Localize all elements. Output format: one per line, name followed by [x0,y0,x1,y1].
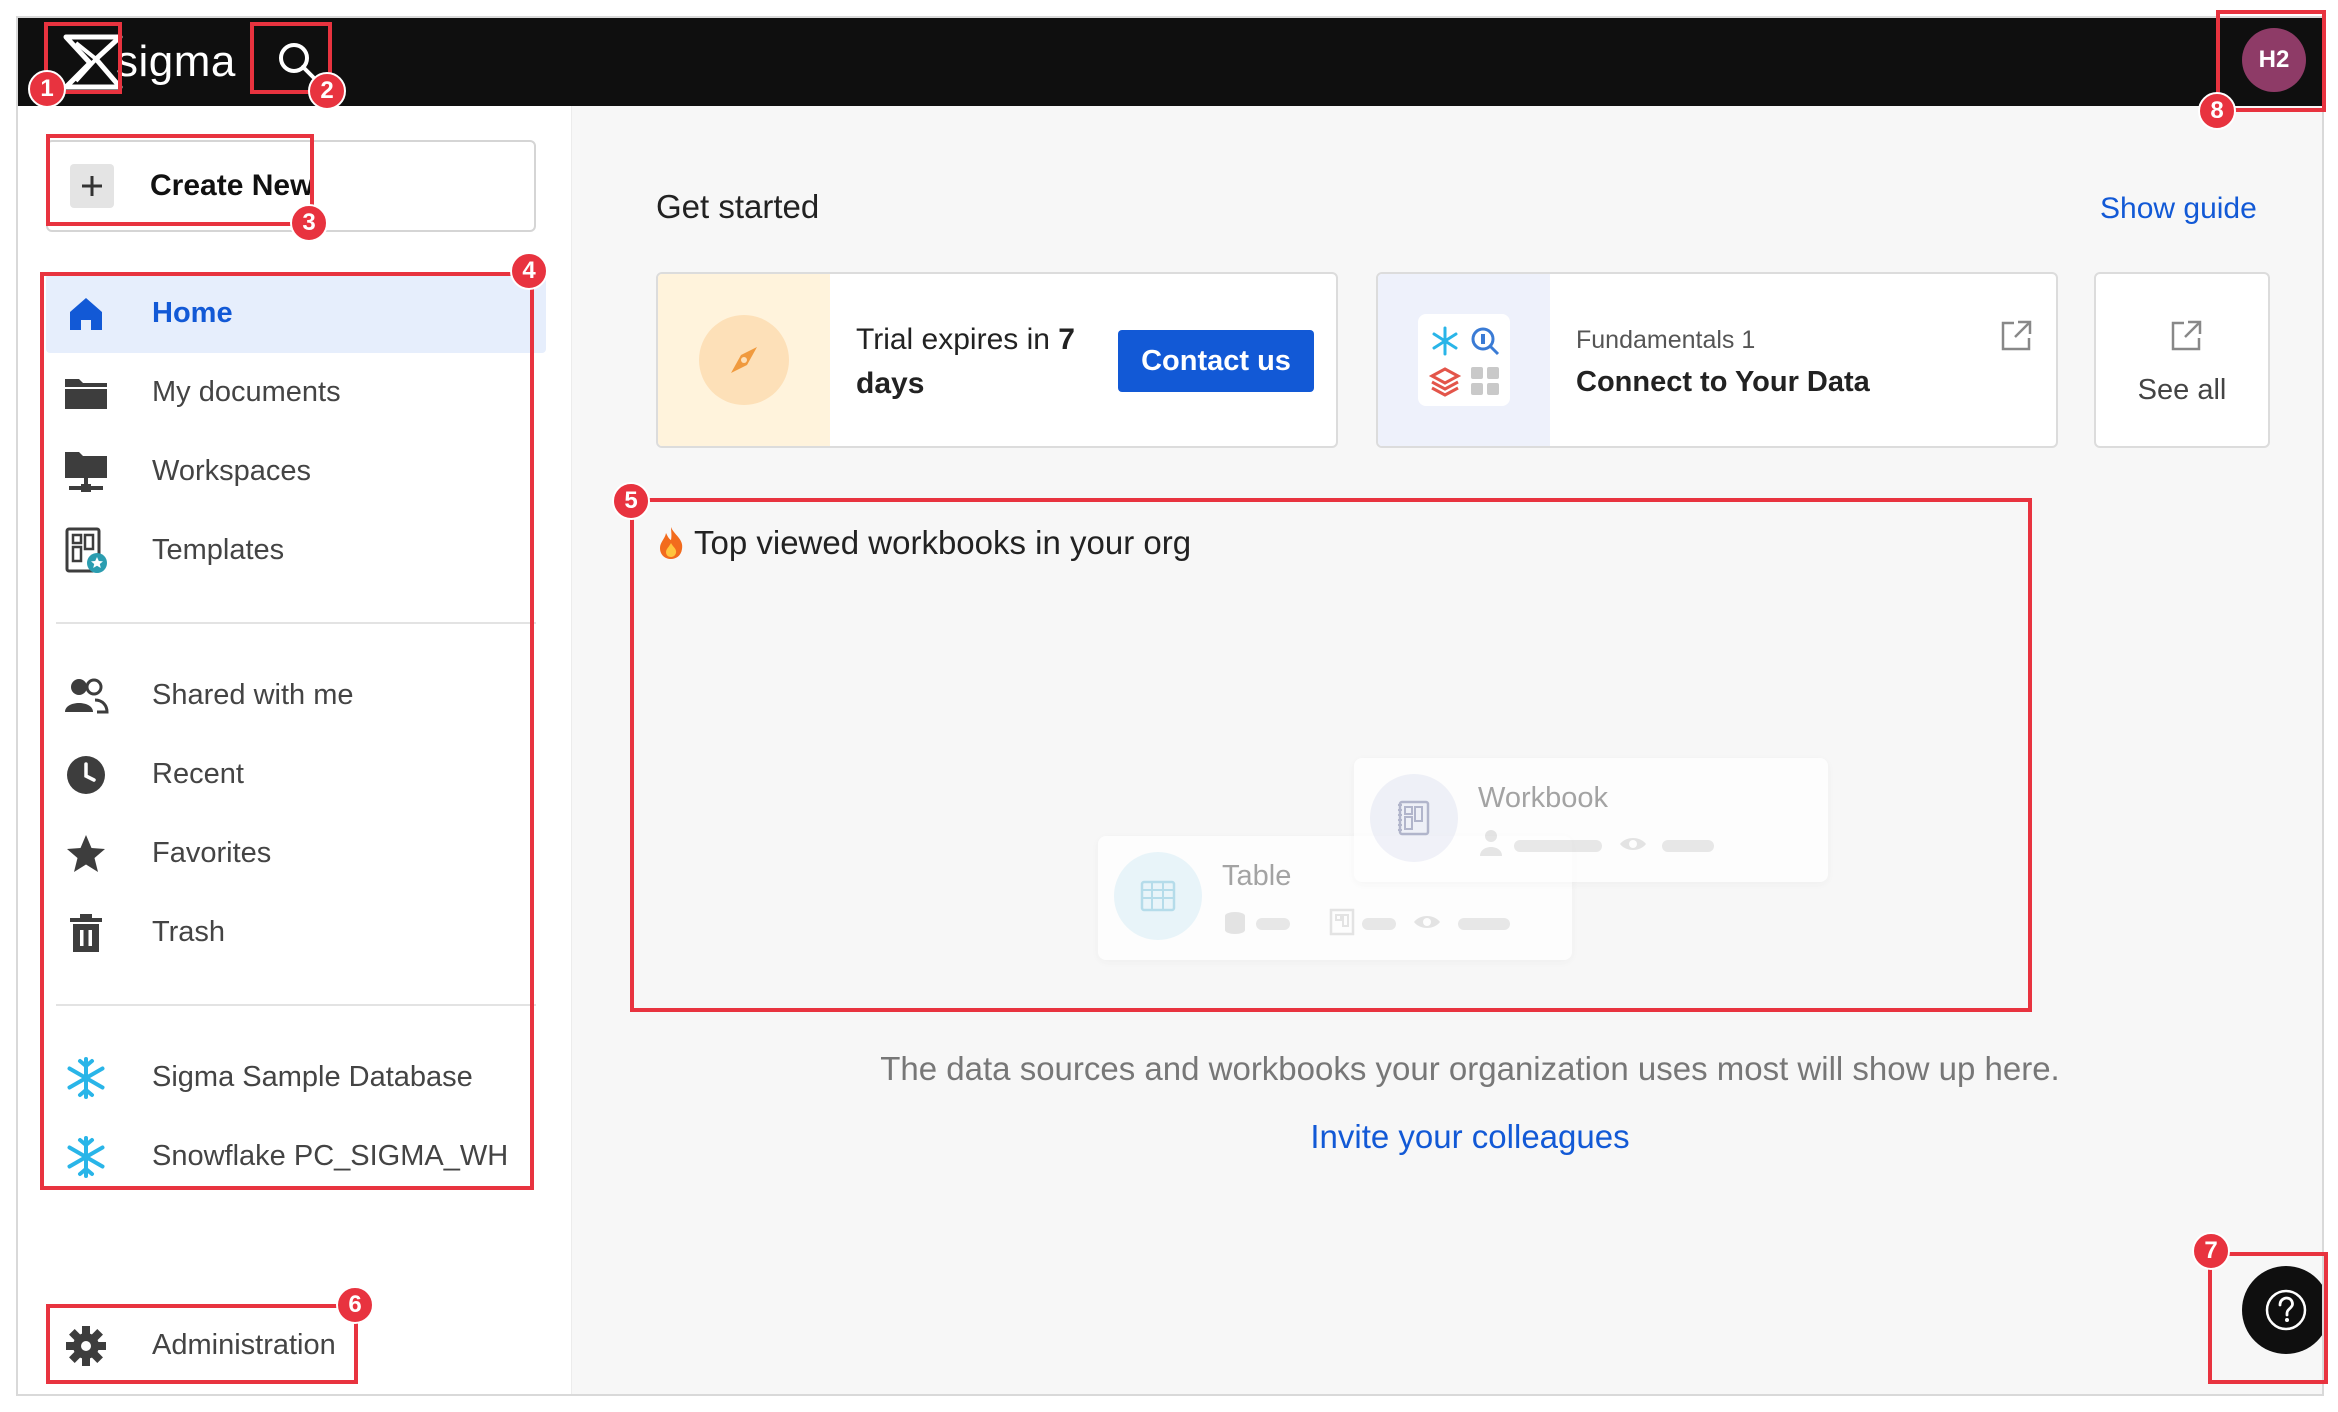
workbook-icon [1370,774,1458,862]
sidebar-item-my-documents[interactable]: My documents [46,353,546,432]
clock-icon [60,749,112,801]
database-icon [1225,912,1245,934]
table-icon [1114,852,1202,940]
help-icon [2265,1289,2307,1331]
get-started-heading: Get started [656,188,820,225]
plus-icon [70,164,114,208]
sidebar-item-sigma-sample-database[interactable]: Sigma Sample Database [46,1038,546,1117]
workspace-icon [60,446,112,498]
external-link-icon [2168,318,2204,359]
sidebar-item-label: Sigma Sample Database [152,1061,473,1093]
placeholder-bar [1662,840,1714,852]
external-link-icon [1998,318,2034,359]
sidebar-item-workspaces[interactable]: Workspaces [46,432,546,511]
eye-icon [1414,916,1440,928]
sidebar-item-label: Workspaces [152,455,312,487]
create-new-label: Create New [150,169,314,202]
trial-card: Trial expires in 7 days Contact us [656,272,1338,448]
see-all-label: See all [2137,374,2227,406]
placeholder-bar [1256,918,1290,930]
top-viewed-title: Top viewed workbooks in your org [694,524,1192,561]
app-window: sigma H2 Create New Home My documents Wo… [16,16,2324,1396]
main-content: Get started Show guide Trial expires in … [574,106,2322,1394]
empty-state-message: The data sources and workbooks your orga… [880,1050,2060,1087]
data-sources-icon [1418,314,1510,406]
people-icon [60,670,112,722]
placeholder-workbook-card: Workbook [1354,758,1828,882]
trial-card-illustration [658,274,830,446]
trial-text-suffix: days [856,367,925,400]
placeholder-table-label: Table [1222,860,1292,892]
user-avatar[interactable]: H2 [2242,28,2306,92]
workbook-icon [1329,908,1355,936]
sidebar-item-label: Recent [152,758,244,790]
snowflake-icon [60,1052,112,1104]
invite-colleagues-link[interactable]: Invite your colleagues [574,1118,2322,1156]
annotation-number: 5 [612,482,650,520]
sidebar-item-shared-with-me[interactable]: Shared with me [46,656,546,735]
annotation-number: 3 [290,204,328,242]
administration-link[interactable]: Administration [46,1306,346,1385]
sidebar-item-templates[interactable]: Templates [46,511,546,590]
star-icon [60,828,112,880]
fundamentals-title: Connect to Your Data [1576,366,1870,398]
top-viewed-heading: Top viewed workbooks in your org [656,524,1191,562]
sidebar: Create New Home My documents Workspaces [18,106,572,1394]
annotation-number: 7 [2192,1232,2230,1270]
sidebar-divider [56,1004,536,1006]
trial-days-number: 7 [1058,323,1075,356]
home-icon [60,288,112,340]
sidebar-item-label: Templates [152,534,285,566]
sigma-logo-icon [63,34,123,90]
sidebar-item-label: Shared with me [152,679,354,711]
administration-label: Administration [152,1329,336,1361]
sidebar-item-favorites[interactable]: Favorites [46,814,546,893]
annotation-number: 8 [2198,92,2236,130]
annotation-number: 6 [336,1286,374,1324]
annotation-number: 2 [308,72,346,110]
fundamentals-subtitle: Fundamentals 1 [1576,326,1756,354]
brand-name: sigma [116,37,236,86]
placeholder-workbook-label: Workbook [1478,782,1609,814]
placeholder-bar [1362,918,1396,930]
sidebar-item-recent[interactable]: Recent [46,735,546,814]
contact-us-button[interactable]: Contact us [1118,330,1314,392]
sidebar-item-trash[interactable]: Trash [46,893,546,972]
fundamentals-illustration [1378,274,1550,446]
sidebar-item-label: Snowflake PC_SIGMA_WH [152,1140,509,1172]
sidebar-item-snowflake-pc-sigma-wh[interactable]: Snowflake PC_SIGMA_WH [46,1117,546,1196]
placeholder-bar [1458,918,1510,930]
trial-text-prefix: Trial expires in [856,323,1059,356]
top-bar: sigma H2 [18,18,2322,106]
sidebar-item-label: Trash [152,916,226,948]
eye-icon [1620,838,1646,850]
show-guide-link[interactable]: Show guide [2100,192,2257,226]
gear-icon [60,1320,112,1372]
person-icon [1480,830,1502,856]
sigma-logo[interactable]: sigma [62,30,236,94]
templates-icon [60,525,112,577]
trial-expiry-text: Trial expires in 7 days [856,318,1086,406]
snowflake-icon [60,1131,112,1183]
placeholder-bar [1514,840,1602,852]
compass-icon [699,315,789,405]
annotation-number: 4 [510,252,548,290]
sidebar-divider [56,622,536,624]
see-all-card[interactable]: See all [2094,272,2270,448]
sidebar-item-label: Home [152,297,233,329]
sidebar-item-label: Favorites [152,837,272,869]
folder-icon [60,367,112,419]
help-button[interactable] [2242,1266,2322,1354]
fire-icon [660,527,683,559]
sidebar-item-label: My documents [152,376,341,408]
sidebar-nav: Home My documents Workspaces Templates S… [46,274,546,1196]
fundamentals-card[interactable]: Fundamentals 1 Connect to Your Data [1376,272,2058,448]
sidebar-item-home[interactable]: Home [46,274,546,353]
annotation-number: 1 [28,70,66,108]
trash-icon [60,907,112,959]
